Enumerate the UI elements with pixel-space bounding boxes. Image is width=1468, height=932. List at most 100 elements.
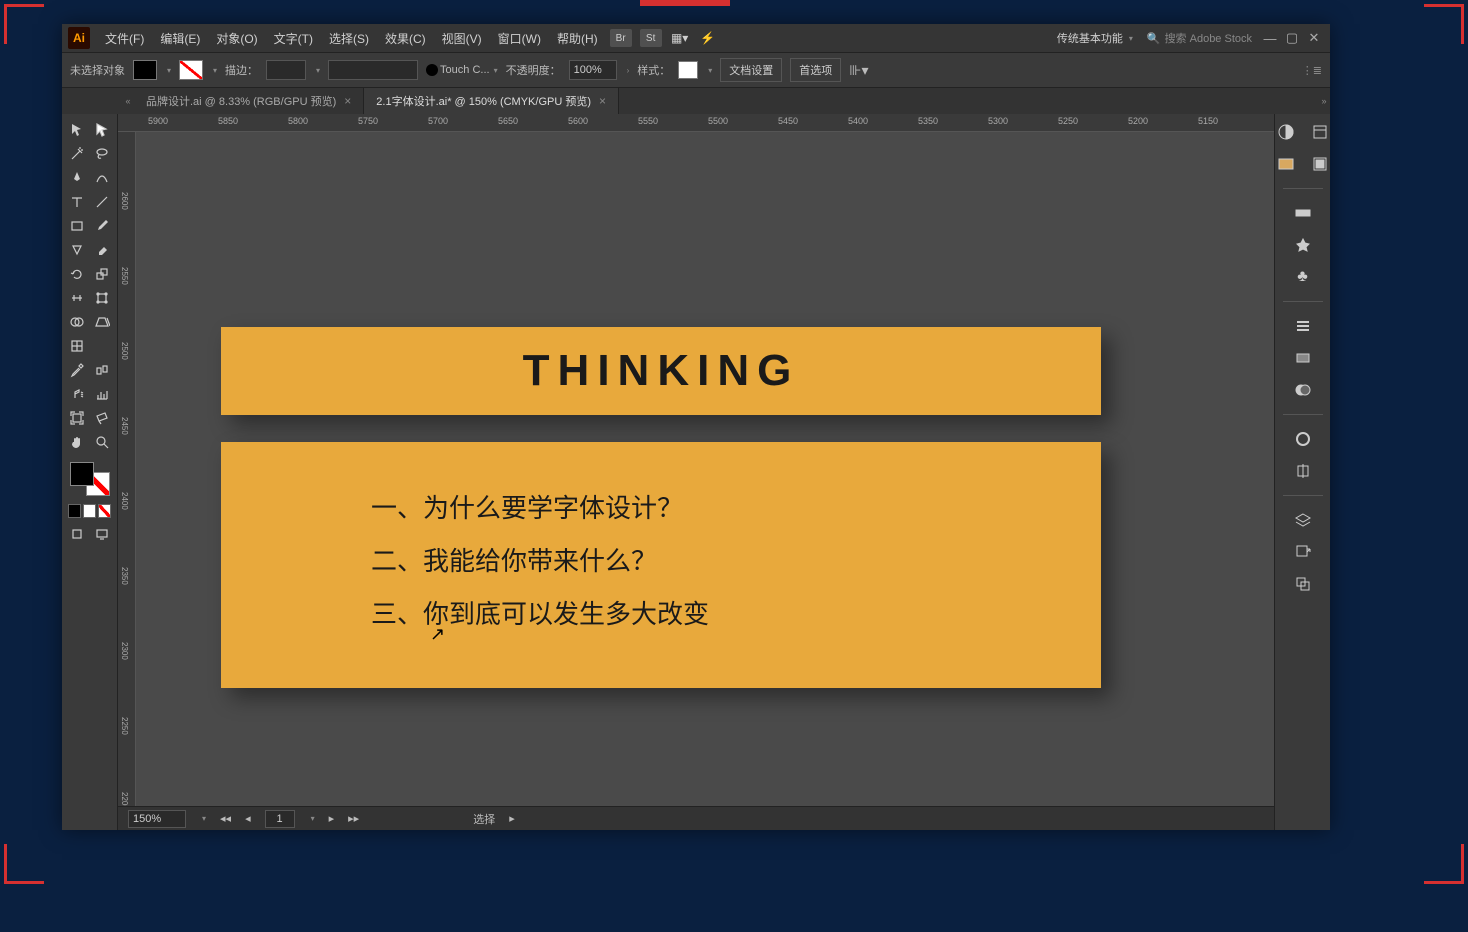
artboards-panel-icon[interactable]	[1289, 572, 1317, 596]
draw-mode-icon[interactable]	[64, 522, 90, 546]
mesh-tool[interactable]	[64, 334, 90, 358]
fill-color-icon[interactable]	[70, 462, 94, 486]
workspace-switcher[interactable]: 传统基本功能 ▾	[1051, 28, 1139, 48]
rectangle-tool[interactable]	[64, 214, 90, 238]
free-transform-tool[interactable]	[90, 286, 116, 310]
stroke-weight-input[interactable]	[266, 60, 306, 80]
bridge-icon[interactable]: Br	[610, 29, 632, 47]
zoom-tool[interactable]	[90, 430, 116, 454]
ruler-tick: 5750	[358, 116, 378, 126]
type-tool[interactable]	[64, 190, 90, 214]
artboard-number-input[interactable]	[265, 810, 295, 828]
preferences-button[interactable]: 首选项	[790, 58, 841, 82]
none-mode-icon[interactable]	[98, 504, 111, 518]
curvature-tool[interactable]	[90, 166, 116, 190]
variable-width-profile[interactable]	[328, 60, 418, 80]
menu-view[interactable]: 视图(V)	[435, 27, 489, 50]
arrange-docs-icon[interactable]: ▦▾	[670, 28, 690, 48]
menu-type[interactable]: 文字(T)	[267, 27, 320, 50]
brush-name[interactable]: Touch C...	[440, 64, 490, 76]
gradient-panel-icon[interactable]	[1289, 346, 1317, 370]
shape-builder-tool[interactable]	[64, 310, 90, 334]
transparency-panel-icon[interactable]	[1289, 378, 1317, 402]
screen-mode-icon[interactable]	[90, 522, 116, 546]
artboard-tool[interactable]	[64, 406, 90, 430]
paintbrush-tool[interactable]	[90, 214, 116, 238]
artboard-nav-fwd[interactable]: ▸	[329, 812, 335, 825]
gradient-mode-icon[interactable]	[83, 504, 96, 518]
graph-tool[interactable]	[90, 382, 116, 406]
magic-wand-tool[interactable]	[64, 142, 90, 166]
slice-tool[interactable]	[90, 406, 116, 430]
line-tool[interactable]	[90, 190, 116, 214]
stroke-swatch[interactable]	[179, 60, 203, 80]
eraser-tool[interactable]	[90, 238, 116, 262]
title-box[interactable]: THINKING	[221, 327, 1101, 415]
graphic-style-swatch[interactable]	[678, 61, 698, 79]
artboard-nav-back[interactable]: ◂	[245, 812, 251, 825]
close-window-button[interactable]: ✕	[1304, 30, 1324, 46]
color-mode-icon[interactable]	[68, 504, 81, 518]
menu-help[interactable]: 帮助(H)	[550, 27, 605, 50]
properties-panel-icon[interactable]	[1306, 120, 1331, 144]
stroke-panel-icon[interactable]	[1289, 314, 1317, 338]
brushes-panel-icon[interactable]	[1289, 201, 1317, 225]
frame-bracket-tr	[1424, 4, 1464, 44]
zoom-input[interactable]	[128, 810, 186, 828]
graphic-styles-icon[interactable]: ♣	[1289, 265, 1317, 289]
direct-selection-tool[interactable]	[90, 118, 116, 142]
artboard-nav-next[interactable]: ▸▸	[348, 812, 359, 825]
lasso-tool[interactable]	[90, 142, 116, 166]
opacity-input[interactable]	[569, 60, 617, 80]
rotate-tool[interactable]	[64, 262, 90, 286]
menu-object[interactable]: 对象(O)	[209, 27, 264, 50]
search-stock[interactable]: 🔍 搜索 Adobe Stock	[1147, 30, 1252, 46]
status-menu-icon[interactable]: ▸	[509, 812, 515, 825]
close-icon[interactable]: ×	[599, 94, 606, 108]
layers-panel-icon[interactable]	[1289, 508, 1317, 532]
document-setup-button[interactable]: 文档设置	[720, 58, 782, 82]
hand-tool[interactable]	[64, 430, 90, 454]
asset-export-icon[interactable]	[1289, 540, 1317, 564]
fill-stroke-indicator[interactable]	[68, 460, 112, 498]
ruler-tick: 5850	[218, 116, 238, 126]
controlbar-overflow-icon[interactable]: ⋮≣	[1302, 64, 1322, 77]
close-icon[interactable]: ×	[344, 94, 351, 108]
scale-tool[interactable]	[90, 262, 116, 286]
menu-select[interactable]: 选择(S)	[322, 27, 376, 50]
left-panel-toggle[interactable]: «	[122, 88, 134, 114]
pen-tool[interactable]	[64, 166, 90, 190]
menu-edit[interactable]: 编辑(E)	[153, 27, 207, 50]
width-tool[interactable]	[64, 286, 90, 310]
eyedropper-tool[interactable]	[64, 358, 90, 382]
gpu-icon[interactable]: ⚡	[698, 28, 718, 48]
right-panel-toggle[interactable]: »	[1318, 88, 1330, 114]
symbols-panel-icon[interactable]	[1289, 233, 1317, 257]
maximize-button[interactable]: ▢	[1282, 30, 1302, 46]
appearance-panel-icon[interactable]	[1289, 427, 1317, 451]
vertical-ruler[interactable]: 260025502500245024002350230022502200	[118, 132, 136, 806]
selection-tool[interactable]	[64, 118, 90, 142]
doc-tab-1[interactable]: 品牌设计.ai @ 8.33% (RGB/GPU 预览) ×	[134, 88, 364, 114]
menu-file[interactable]: 文件(F)	[98, 27, 151, 50]
menu-window[interactable]: 窗口(W)	[491, 27, 548, 50]
stock-icon[interactable]: St	[640, 29, 662, 47]
symbol-sprayer-tool[interactable]	[64, 382, 90, 406]
minimize-button[interactable]: —	[1260, 31, 1280, 46]
gradient-tool[interactable]	[90, 334, 116, 358]
body-box[interactable]: 一、为什么要学字体设计？ 二、我能给你带来什么？ 三、你到底可以发生多大改变	[221, 442, 1101, 688]
menu-effect[interactable]: 效果(C)	[378, 27, 433, 50]
artboard-nav-prev[interactable]: ◂◂	[220, 812, 231, 825]
doc-tab-2[interactable]: 2.1字体设计.ai* @ 150% (CMYK/GPU 预览) ×	[364, 88, 619, 114]
artboard[interactable]: THINKING 一、为什么要学字体设计？ 二、我能给你带来什么？ 三、你到底可…	[136, 132, 1274, 806]
swatches-panel-icon[interactable]	[1272, 152, 1300, 176]
align-panel-icon[interactable]	[1289, 459, 1317, 483]
horizontal-ruler[interactable]: 5900585058005750570056505600555055005450…	[118, 114, 1274, 132]
blend-tool[interactable]	[90, 358, 116, 382]
perspective-tool[interactable]	[90, 310, 116, 334]
color-panel-icon[interactable]	[1272, 120, 1300, 144]
libraries-panel-icon[interactable]	[1306, 152, 1331, 176]
shaper-tool[interactable]	[64, 238, 90, 262]
fill-swatch[interactable]	[133, 60, 157, 80]
align-icon[interactable]: ⊪▾	[849, 62, 868, 79]
